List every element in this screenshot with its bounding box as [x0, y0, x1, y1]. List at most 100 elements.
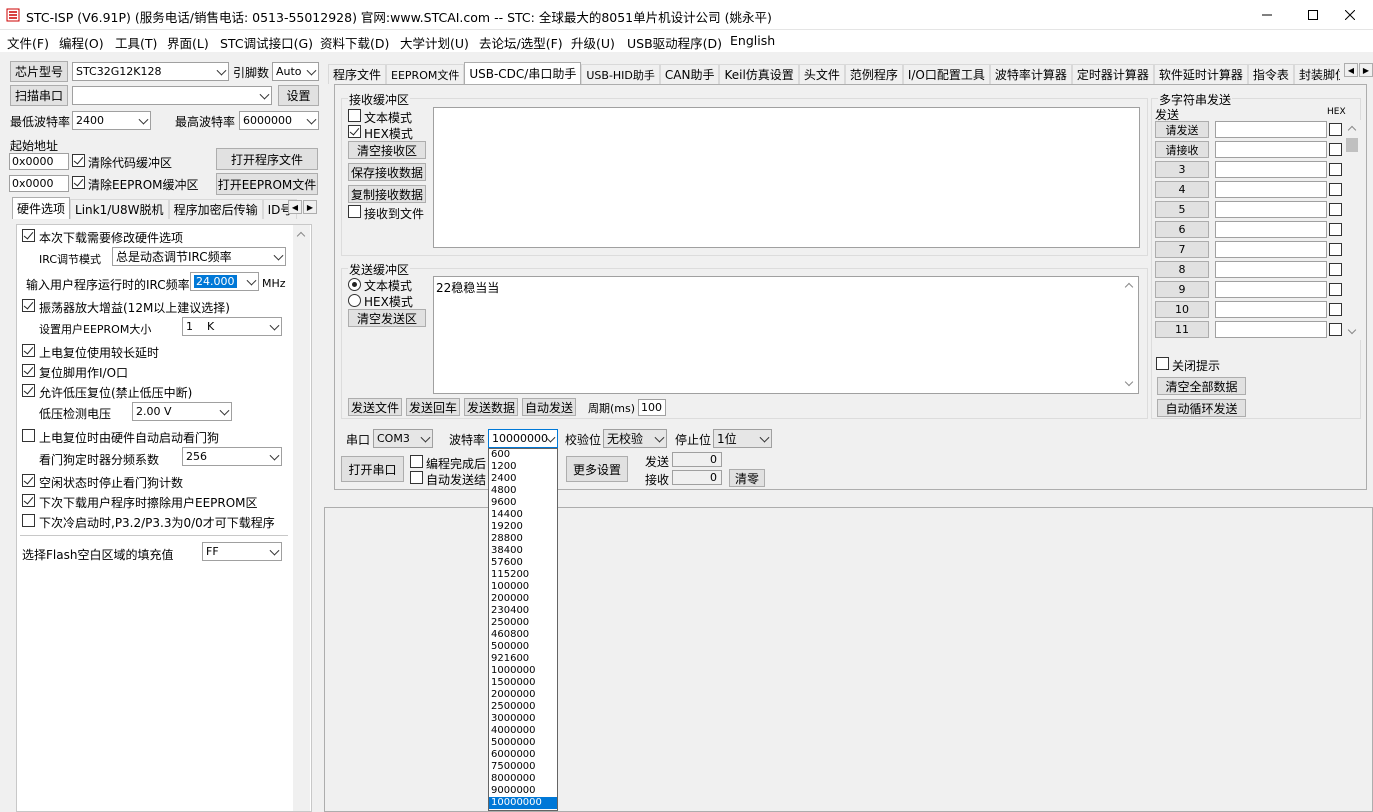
tab-instructions[interactable]: 指令表 [1247, 64, 1294, 84]
multi-hex-checkbox[interactable] [1329, 123, 1342, 136]
send-return-button[interactable]: 发送回车 [406, 398, 460, 416]
tab-baud-calc[interactable]: 波特率计算器 [989, 64, 1072, 84]
send-hex-mode-radio[interactable] [348, 294, 361, 307]
baud-option[interactable]: 57600 [489, 557, 557, 569]
por-delay-checkbox[interactable] [22, 344, 35, 357]
multi-send-input[interactable] [1215, 121, 1327, 138]
multi-send-input[interactable] [1215, 161, 1327, 178]
clear-code-checkbox[interactable] [72, 154, 85, 167]
baud-option[interactable]: 230400 [489, 605, 557, 617]
port-select[interactable] [72, 86, 272, 105]
parity-select[interactable]: 无校验 [603, 429, 667, 448]
menu-usb-driver[interactable]: USB驱动程序(D) [627, 33, 722, 52]
close-button[interactable] [1327, 0, 1373, 30]
baud-option[interactable]: 4000000 [489, 725, 557, 737]
baud-option[interactable]: 1000000 [489, 665, 557, 677]
close-hint-checkbox[interactable] [1156, 357, 1169, 370]
multi-send-button[interactable]: 3 [1155, 161, 1209, 178]
baud-option[interactable]: 250000 [489, 617, 557, 629]
tab-keil[interactable]: Keil仿真设置 [719, 64, 799, 84]
clear-eeprom-checkbox[interactable] [72, 176, 85, 189]
multi-send-button[interactable]: 8 [1155, 261, 1209, 278]
multi-send-input[interactable] [1215, 241, 1327, 258]
prog-done-checkbox[interactable] [410, 455, 423, 468]
tab-timer-calc[interactable]: 定时器计算器 [1071, 64, 1154, 84]
open-program-file-button[interactable]: 打开程序文件 [216, 148, 318, 170]
multi-send-input[interactable] [1215, 221, 1327, 238]
tab-io-config[interactable]: I/O口配置工具 [902, 64, 990, 84]
multi-send-input[interactable] [1215, 181, 1327, 198]
multi-send-input[interactable] [1215, 201, 1327, 218]
irc-freq-select[interactable]: 24.000 [190, 272, 259, 291]
auto-send-end-checkbox[interactable] [410, 471, 423, 484]
tab-header-file[interactable]: 头文件 [798, 64, 845, 84]
tab-encrypted[interactable]: 程序加密后传输 [168, 199, 263, 219]
baud-option[interactable]: 9000000 [489, 785, 557, 797]
settings-button[interactable]: 设置 [278, 85, 319, 106]
clear-counts-button[interactable]: 清零 [729, 469, 765, 487]
eeprom-size-select[interactable]: 1 K [182, 317, 282, 336]
baud-option[interactable]: 3000000 [489, 713, 557, 725]
multi-hex-checkbox[interactable] [1329, 323, 1342, 336]
multi-hex-checkbox[interactable] [1329, 243, 1342, 256]
send-buffer[interactable]: 22稳稳当当 [433, 276, 1139, 394]
send-file-button[interactable]: 发送文件 [348, 398, 402, 416]
wdt-idle-checkbox[interactable] [22, 474, 35, 487]
menu-program[interactable]: 编程(O) [59, 33, 104, 52]
tab-usb-hid[interactable]: USB-HID助手 [581, 64, 660, 84]
tab-eeprom-file[interactable]: EEPROM文件 [386, 64, 465, 84]
left-tab-scroll-right[interactable]: ▶ [303, 200, 317, 214]
multi-send-button[interactable]: 6 [1155, 221, 1209, 238]
chip-type-button[interactable]: 芯片型号 [10, 61, 68, 82]
baud-dropdown-list[interactable]: 600 1200 2400 4800 9600 14400 19200 28800 38400 5… [488, 448, 558, 811]
clear-send-button[interactable]: 清空发送区 [348, 309, 426, 327]
menu-forum[interactable]: 去论坛/选型(F) [479, 33, 563, 52]
clear-all-data-button[interactable]: 清空全部数据 [1157, 377, 1246, 395]
tab-usb-cdc[interactable]: USB-CDC/串口助手 [464, 62, 582, 84]
multi-hex-checkbox[interactable] [1329, 303, 1342, 316]
flash-fill-select[interactable]: FF [202, 542, 282, 561]
serial-port-select[interactable]: COM3 [373, 429, 433, 448]
cold-boot-checkbox[interactable] [22, 514, 35, 527]
baud-option[interactable]: 14400 [489, 509, 557, 521]
multi-hex-checkbox[interactable] [1329, 283, 1342, 296]
menu-english[interactable]: English [730, 33, 775, 48]
baud-option[interactable]: 5000000 [489, 737, 557, 749]
menu-view[interactable]: 界面(L) [167, 33, 209, 52]
auto-loop-send-button[interactable]: 自动循环发送 [1157, 399, 1246, 417]
multi-hex-checkbox[interactable] [1329, 183, 1342, 196]
lvr-checkbox[interactable] [22, 384, 35, 397]
multi-send-input[interactable] [1215, 261, 1327, 278]
multi-send-button[interactable]: 请接收 [1155, 141, 1209, 158]
baud-option[interactable]: 38400 [489, 545, 557, 557]
baud-option[interactable]: 115200 [489, 569, 557, 581]
open-eeprom-file-button[interactable]: 打开EEPROM文件 [216, 173, 318, 195]
multi-hex-checkbox[interactable] [1329, 163, 1342, 176]
recv-hex-mode-checkbox[interactable] [348, 125, 361, 138]
menu-file[interactable]: 文件(F) [7, 33, 49, 52]
send-text-mode-radio[interactable] [348, 278, 361, 291]
multi-hex-checkbox[interactable] [1329, 263, 1342, 276]
menu-tools[interactable]: 工具(T) [115, 33, 157, 52]
multi-scrollbar[interactable] [1344, 120, 1361, 340]
scan-port-button[interactable]: 扫描串口 [10, 85, 68, 106]
tab-link1[interactable]: Link1/U8W脱机 [70, 199, 169, 219]
multi-send-button[interactable]: 10 [1155, 301, 1209, 318]
right-tab-scroll-right[interactable]: ▶ [1359, 63, 1373, 77]
multi-send-input[interactable] [1215, 141, 1327, 158]
multi-send-input[interactable] [1215, 301, 1327, 318]
tab-hardware-options[interactable]: 硬件选项 [12, 197, 71, 219]
baud-option[interactable]: 2500000 [489, 701, 557, 713]
multi-send-button[interactable]: 5 [1155, 201, 1209, 218]
baud-option[interactable]: 28800 [489, 533, 557, 545]
baud-option[interactable]: 19200 [489, 521, 557, 533]
receive-buffer[interactable] [433, 107, 1140, 248]
menu-debug[interactable]: STC调试接口(G) [220, 33, 313, 52]
more-settings-button[interactable]: 更多设置 [566, 456, 628, 482]
open-port-button[interactable]: 打开串口 [341, 456, 404, 482]
multi-hex-checkbox[interactable] [1329, 143, 1342, 156]
baud-option[interactable]: 921600 [489, 653, 557, 665]
scroll-thumb[interactable] [1346, 138, 1358, 152]
min-baud-select[interactable]: 2400 [72, 111, 151, 130]
tab-program-file[interactable]: 程序文件 [328, 64, 387, 84]
